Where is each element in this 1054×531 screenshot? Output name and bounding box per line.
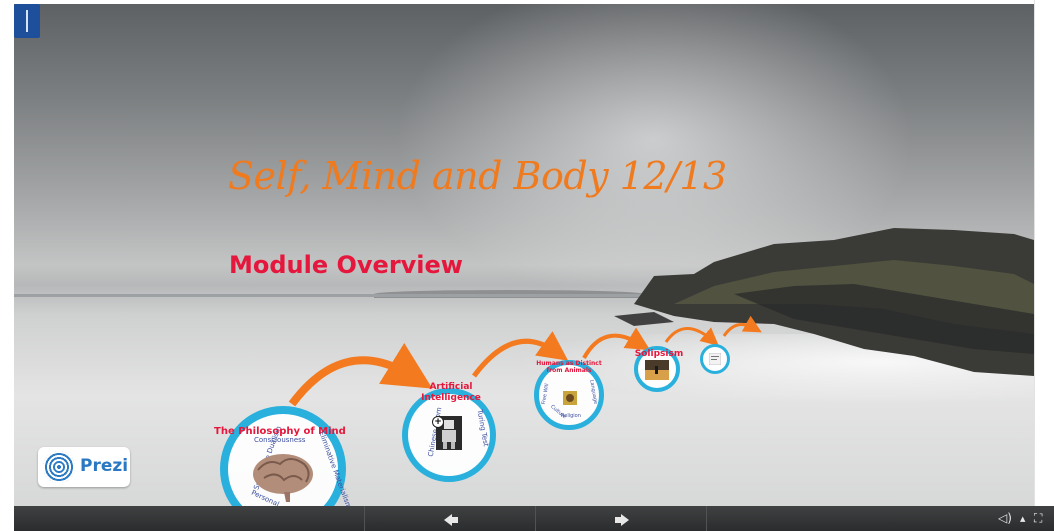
frame-word: Free Will [540,383,551,405]
prezi-mark-icon [43,451,75,483]
frame-title: Solipsism [634,349,684,359]
path-arrows [288,315,762,407]
prezi-toolbar: ◁) ▲ ⛶ [14,506,1054,531]
fullscreen-icon[interactable]: ⛶ [1034,511,1042,526]
next-step-button[interactable] [536,506,706,531]
chevron-up-icon[interactable]: ▲ [1020,515,1025,523]
frame-title: Humans as Distinct from Animals [536,360,602,374]
brain-image [253,454,313,502]
document-image [709,353,721,365]
frame-word: Turing Test [475,408,490,448]
frame-title: The Philosophy of Mind [214,426,346,437]
frame-title: Artificial Intelligence [421,382,481,403]
prezi-logo-text: Prezi [80,456,129,476]
zoom-in-icon[interactable]: + [432,416,444,428]
frame-word: Culture [549,403,568,421]
speaker-icon[interactable]: ◁) [998,511,1012,525]
arrow-left-icon [444,514,452,526]
toolbar-divider [706,506,707,531]
prezi-logo[interactable]: Prezi [38,447,130,487]
animal-image [563,391,577,405]
solipsism-image [645,360,669,380]
frame-small[interactable] [700,344,730,374]
frame-word: Consciousness [254,436,306,444]
prezi-canvas[interactable]: Self, Mind and Body 12/13 Module Overvie… [14,4,1034,506]
frame-word: Language [588,379,599,405]
previous-step-button[interactable] [365,506,535,531]
arrow-right-icon [621,514,629,526]
page-right-margin [1034,0,1054,506]
